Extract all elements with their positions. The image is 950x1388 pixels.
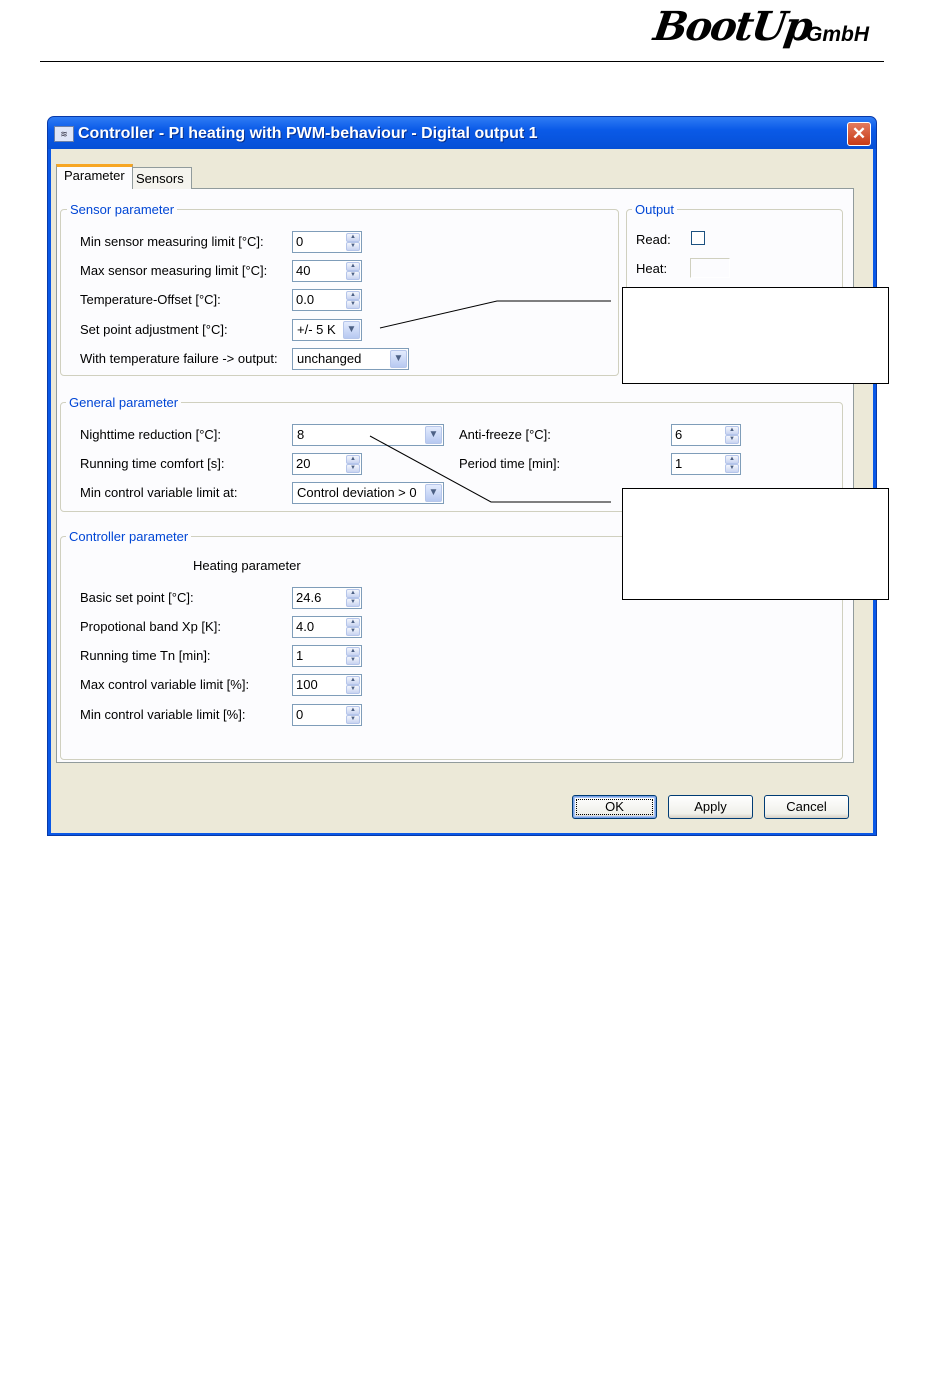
leader-line-setpoint bbox=[379, 300, 611, 329]
annotation-leader-lines bbox=[369, 300, 611, 503]
leader-line-nighttime bbox=[369, 435, 611, 503]
tab-parameter[interactable]: Parameter bbox=[56, 164, 133, 189]
